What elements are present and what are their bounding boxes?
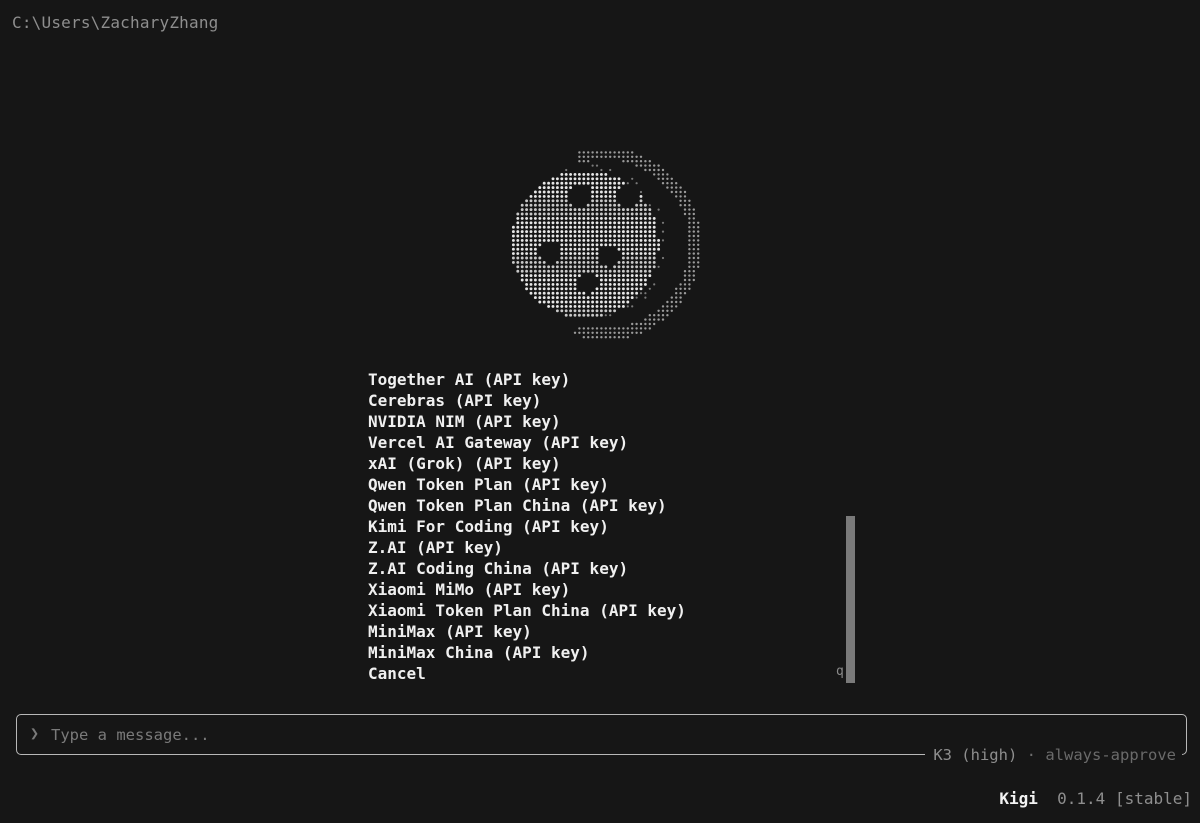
- menu-item[interactable]: MiniMax (API key): [368, 621, 686, 642]
- prompt-chevron-icon: ❯: [30, 724, 39, 742]
- provider-menu: Together AI (API key) Cerebras (API key) N…: [368, 369, 686, 684]
- dotted-moon-face-icon: [510, 144, 700, 350]
- menu-scrollbar[interactable]: [846, 516, 855, 683]
- current-directory: C:\Users\ZacharyZhang: [12, 13, 219, 32]
- menu-item[interactable]: Xiaomi MiMo (API key): [368, 579, 686, 600]
- menu-item[interactable]: Qwen Token Plan (API key): [368, 474, 686, 495]
- app-footer: Kigi 0.1.4 [stable]: [999, 789, 1192, 808]
- menu-item[interactable]: Z.AI Coding China (API key): [368, 558, 686, 579]
- menu-item[interactable]: Xiaomi Token Plan China (API key): [368, 600, 686, 621]
- model-label: K3 (high): [933, 746, 1017, 764]
- menu-item[interactable]: Cancel: [368, 663, 686, 684]
- app-name: Kigi: [999, 789, 1038, 808]
- app-version: 0.1.4 [stable]: [1057, 789, 1192, 808]
- model-status: K3 (high) · always-approve: [925, 746, 1182, 764]
- terminal-window: C:\Users\ZacharyZhang Together AI (API k…: [0, 0, 1200, 823]
- menu-item[interactable]: MiniMax China (API key): [368, 642, 686, 663]
- menu-item[interactable]: Kimi For Coding (API key): [368, 516, 686, 537]
- menu-item[interactable]: Z.AI (API key): [368, 537, 686, 558]
- approval-mode: always-approve: [1045, 746, 1176, 764]
- status-separator: ·: [1027, 746, 1036, 764]
- scroll-hint: q: [836, 664, 844, 679]
- menu-item[interactable]: Together AI (API key): [368, 369, 686, 390]
- menu-item[interactable]: Qwen Token Plan China (API key): [368, 495, 686, 516]
- menu-item[interactable]: Vercel AI Gateway (API key): [368, 432, 686, 453]
- menu-item[interactable]: NVIDIA NIM (API key): [368, 411, 686, 432]
- menu-item[interactable]: Cerebras (API key): [368, 390, 686, 411]
- menu-item[interactable]: xAI (Grok) (API key): [368, 453, 686, 474]
- message-input[interactable]: [49, 721, 1173, 749]
